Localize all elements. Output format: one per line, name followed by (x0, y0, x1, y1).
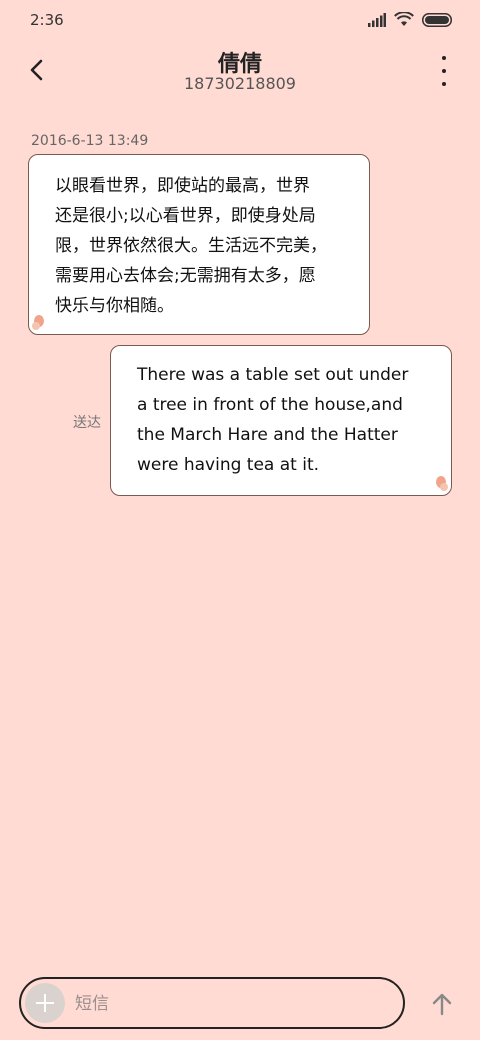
petal-decoration-icon (32, 315, 44, 330)
battery-icon (422, 12, 452, 27)
status-time: 2:36 (30, 11, 64, 29)
signal-icon (368, 12, 386, 27)
message-composer (19, 977, 405, 1029)
plus-icon[interactable] (25, 983, 65, 1023)
message-text: 以眼看世界，即使站的最高，世界 还是很小;以心看世界，即使身处局 限，世界依然很… (55, 176, 327, 316)
send-button[interactable] (428, 990, 456, 1018)
delivery-status: 送达 (73, 415, 101, 431)
message-text: There was a table set out under a tree i… (137, 365, 409, 475)
contact-phone: 18730218809 (184, 74, 296, 93)
outgoing-message-bubble[interactable]: There was a table set out under a tree i… (110, 345, 452, 496)
status-icons (368, 12, 452, 27)
more-options-button[interactable] (434, 56, 454, 86)
petal-decoration-icon (436, 476, 448, 491)
message-input[interactable] (73, 989, 377, 1019)
wifi-icon (394, 12, 414, 26)
incoming-message-bubble[interactable]: 以眼看世界，即使站的最高，世界 还是很小;以心看世界，即使身处局 限，世界依然很… (28, 154, 370, 335)
more-dots-icon (442, 56, 446, 60)
status-bar: 2:36 (0, 0, 480, 40)
conversation-header: 倩倩 18730218809 (0, 40, 480, 110)
message-timestamp: 2016-6-13 13:49 (31, 133, 149, 149)
arrow-up-icon (432, 993, 452, 1016)
